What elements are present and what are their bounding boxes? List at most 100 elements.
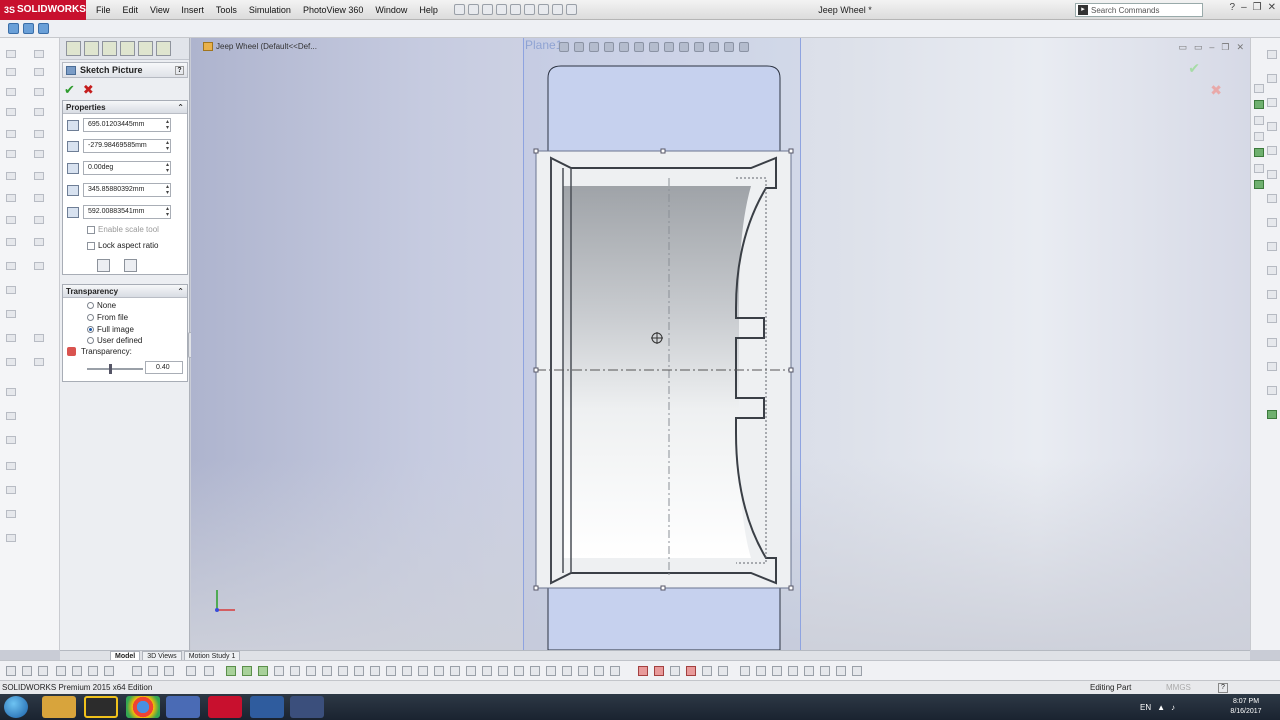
checkbox-box[interactable] (87, 241, 95, 250)
menu-help[interactable]: Help (413, 0, 444, 20)
tool-icon[interactable] (226, 666, 236, 676)
tool-icon[interactable] (6, 150, 16, 158)
tab-3d-views[interactable]: 3D Views (142, 651, 182, 660)
tool-icon[interactable] (1267, 98, 1277, 107)
tool-icon[interactable] (498, 666, 508, 676)
tool-icon[interactable] (788, 666, 798, 676)
property-manager-tab-icon[interactable] (84, 41, 99, 56)
help-icon[interactable]: ? (1230, 2, 1236, 13)
tool-icon[interactable] (6, 194, 16, 202)
tool-icon[interactable] (56, 666, 66, 676)
tool-icon[interactable] (34, 262, 44, 270)
tool-icon[interactable] (322, 666, 332, 676)
network-icon[interactable]: ▲ (1157, 703, 1165, 712)
search-commands[interactable]: ▸ Search Commands (1075, 3, 1203, 17)
tool-icon[interactable] (6, 130, 16, 138)
tool-icon[interactable] (6, 462, 16, 470)
tool-icon[interactable] (1267, 386, 1277, 395)
tool-icon[interactable] (290, 666, 300, 676)
tool-icon[interactable] (450, 666, 460, 676)
trim-tool-icon[interactable] (702, 666, 712, 676)
tab-model[interactable]: Model (110, 651, 141, 660)
spinner-icon[interactable]: ▴ ▾ (166, 184, 169, 196)
tool-icon[interactable] (546, 666, 556, 676)
tool-icon[interactable] (148, 666, 158, 676)
tool-icon[interactable] (1267, 170, 1277, 179)
tool-icon[interactable] (242, 666, 252, 676)
tool-icon[interactable] (1267, 242, 1277, 251)
tool-icon[interactable] (274, 666, 284, 676)
tool-icon[interactable] (434, 666, 444, 676)
menu-tools[interactable]: Tools (210, 0, 243, 20)
tool-icon[interactable] (6, 666, 16, 676)
search-mode-icon[interactable]: ▸ (1078, 5, 1088, 15)
tool-icon[interactable] (34, 358, 44, 366)
resize-handle[interactable] (788, 367, 794, 373)
tool-icon[interactable] (1267, 218, 1277, 227)
slider-thumb[interactable] (109, 364, 112, 374)
menu-window[interactable]: Window (369, 0, 413, 20)
home-icon[interactable] (1254, 84, 1264, 93)
radio-button[interactable] (87, 314, 94, 321)
transparency-slider[interactable] (87, 364, 143, 374)
dimxpert-tab-icon[interactable] (120, 41, 135, 56)
radio-button[interactable] (87, 337, 94, 344)
tool-icon[interactable] (72, 666, 82, 676)
tool-icon[interactable] (6, 262, 16, 270)
tool-icon[interactable] (418, 666, 428, 676)
tool-icon[interactable] (34, 216, 44, 224)
tool-icon[interactable] (6, 388, 16, 396)
menu-photoview[interactable]: PhotoView 360 (297, 0, 369, 20)
tool-icon[interactable] (6, 510, 16, 518)
tool-icon[interactable] (1267, 266, 1277, 275)
tool-icon[interactable] (1267, 50, 1277, 59)
tool-icon[interactable] (370, 666, 380, 676)
tool-icon[interactable] (1267, 74, 1277, 83)
tool-icon[interactable] (578, 666, 588, 676)
tool-icon[interactable] (804, 666, 814, 676)
origin-x-field[interactable]: 695.01203445mm ▴ ▾ (83, 118, 171, 132)
tool-icon[interactable] (466, 666, 476, 676)
volume-icon[interactable]: ♪ (1171, 703, 1175, 712)
tool-icon[interactable] (354, 666, 364, 676)
options-icon[interactable] (565, 4, 577, 15)
tool-icon[interactable] (6, 534, 16, 542)
tool-icon[interactable] (6, 108, 16, 116)
tool-icon[interactable] (402, 666, 412, 676)
close-button[interactable]: ✕ (1268, 2, 1276, 13)
tool-icon[interactable] (852, 666, 862, 676)
transparency-group-title[interactable]: Transparency ⌃ (63, 285, 187, 298)
design-library-icon[interactable] (1254, 100, 1264, 109)
tool-icon[interactable] (6, 68, 16, 76)
solidworks-logo[interactable]: 3S SOLIDWORKS (0, 0, 86, 20)
new-document-icon[interactable] (467, 4, 479, 15)
width-field[interactable]: 345.85880392mm ▴ ▾ (83, 183, 171, 197)
tool-icon[interactable] (204, 666, 214, 676)
tool-icon[interactable] (1267, 338, 1277, 347)
transparency-user-defined-radio[interactable]: User defined (87, 336, 142, 345)
transparency-from-file-radio[interactable]: From file (87, 313, 128, 322)
grid-icon[interactable] (836, 666, 846, 676)
help-icon[interactable]: ? (175, 65, 184, 75)
tool-icon[interactable] (740, 666, 750, 676)
menu-edit[interactable]: Edit (117, 0, 145, 20)
appearance-tab-icon[interactable] (156, 41, 171, 56)
checkbox-box[interactable] (87, 225, 95, 234)
spinner-icon[interactable]: ▴ ▾ (166, 119, 169, 131)
menu-simulation[interactable]: Simulation (243, 0, 297, 20)
print-icon[interactable] (509, 4, 521, 15)
tool-icon[interactable] (38, 666, 48, 676)
tool-icon[interactable] (6, 358, 16, 366)
tool-icon[interactable] (6, 88, 16, 96)
tool-icon[interactable] (6, 50, 16, 58)
cancel-button[interactable]: ✖ (83, 82, 94, 98)
circle-tool-icon[interactable] (654, 666, 664, 676)
spinner-icon[interactable]: ▴ ▾ (166, 140, 169, 152)
tool-icon[interactable] (1267, 362, 1277, 371)
lock-aspect-ratio-checkbox[interactable]: Lock aspect ratio (87, 241, 158, 250)
transparency-full-image-radio[interactable]: Full image (87, 325, 134, 334)
tool-icon[interactable] (6, 310, 16, 318)
tool-icon[interactable] (34, 334, 44, 342)
undo-icon[interactable] (523, 4, 535, 15)
tool-icon[interactable] (562, 666, 572, 676)
